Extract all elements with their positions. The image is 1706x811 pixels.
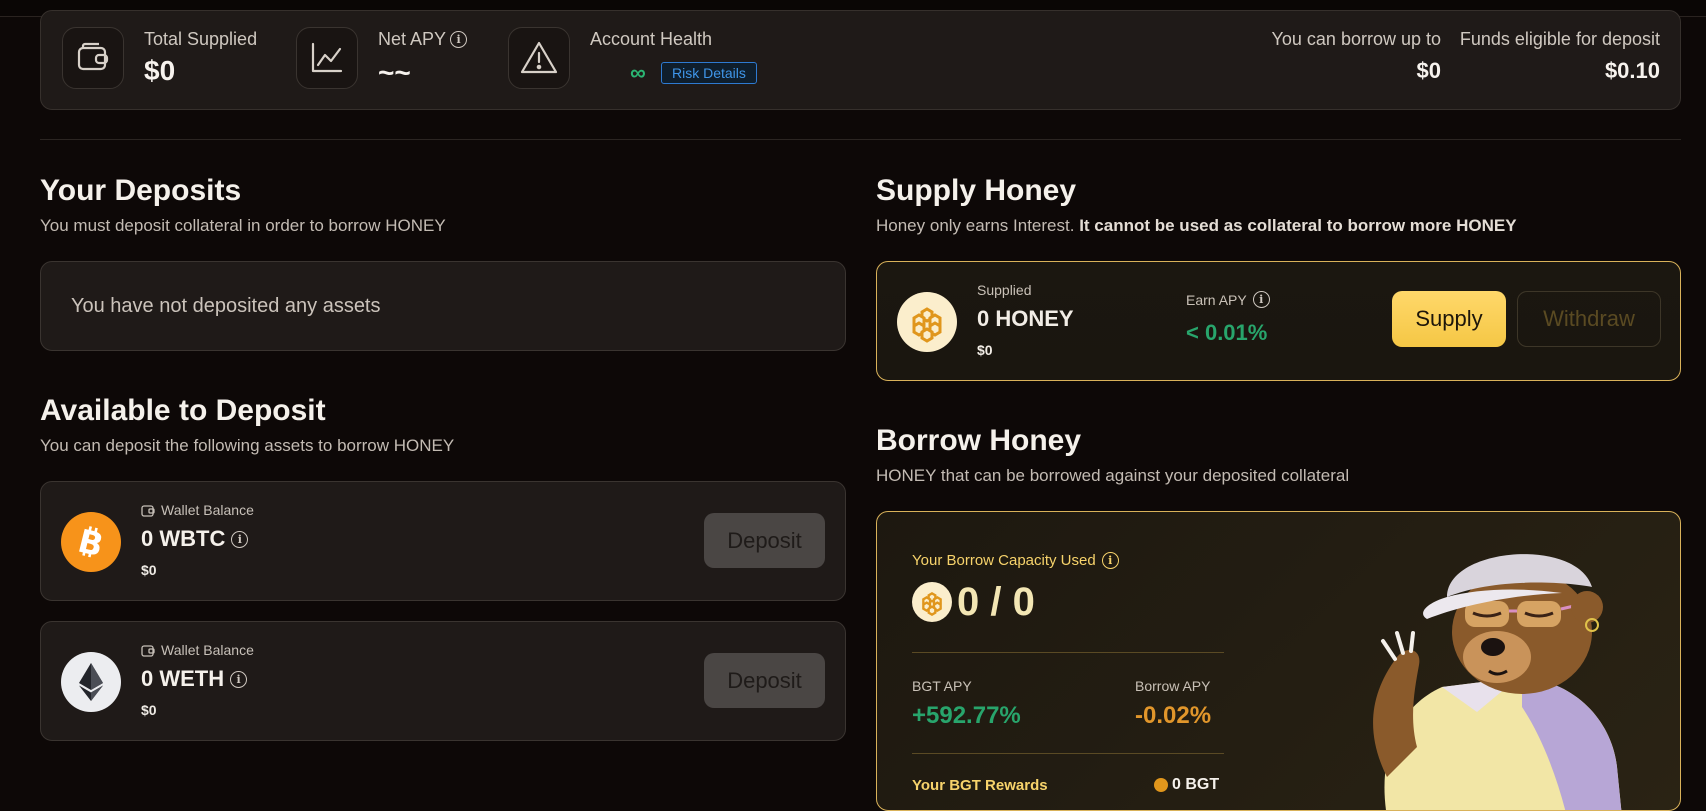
deposit-weth-button[interactable]: Deposit [704,653,825,708]
bgt-rewards-label: Your BGT Rewards [912,777,1048,794]
earn-apy-label-text: Earn APY [1186,291,1247,308]
account-health-label: Account Health [590,29,713,49]
wallet-balance-text: Wallet Balance [161,642,254,658]
available-to-deposit-subtitle: You can deposit the following assets to … [40,436,455,455]
bgt-rewards-value: 0 BGT [1154,776,1219,794]
total-supplied-label: Total Supplied [144,29,258,49]
borrow-up-to-value: $0 [1416,58,1441,83]
asset-row-wbtc: B Wallet Balance 0 WBTC i $0 Deposit [40,481,846,601]
info-icon[interactable]: i [450,31,468,48]
deposits-empty-text: You have not deposited any assets [71,295,381,317]
bgt-apy-label: BGT APY [912,678,972,694]
borrow-capacity-label-text: Your Borrow Capacity Used [912,552,1096,569]
honey-token-icon [897,292,957,352]
account-health-value: ∞ [630,60,646,85]
wbtc-usd: $0 [141,562,157,578]
net-apy-value: ~~ [378,57,411,88]
bitcoin-icon: B [61,512,121,572]
chart-line-icon [296,27,358,89]
divider [912,652,1224,653]
honey-token-icon [912,582,952,622]
net-apy-label: Net APY i [378,29,468,50]
deposit-wbtc-button[interactable]: Deposit [704,513,825,568]
borrow-honey-subtitle: HONEY that can be borrowed against your … [876,466,1350,485]
earn-apy-value: < 0.01% [1186,320,1268,345]
funds-eligible-label: Funds eligible for deposit [1459,29,1660,49]
warning-triangle-icon [508,27,570,89]
info-icon[interactable]: i [1252,291,1270,308]
wallet-small-icon [141,644,155,657]
wbtc-amount: 0 WBTC i [141,526,249,552]
borrow-up-to-label: You can borrow up to [1271,29,1441,49]
asset-row-weth: Wallet Balance 0 WETH i $0 Deposit [40,621,846,741]
borrow-apy-value: -0.02% [1135,702,1212,729]
wallet-balance-text: Wallet Balance [161,502,254,518]
borrow-honey-title: Borrow Honey [876,424,1082,457]
supplied-usd: $0 [977,342,993,358]
bear-mascot-illustration [1373,554,1622,810]
borrow-capacity-value: 0 / 0 [957,580,1035,624]
account-stats-bar: Total Supplied $0 Net APY i ~~ Account H… [40,10,1681,110]
your-deposits-subtitle: You must deposit collateral in order to … [40,216,446,235]
supply-honey-card: Supplied 0 HONEY $0 Earn APY i < 0.01% S… [876,261,1681,381]
weth-usd: $0 [141,702,157,718]
wallet-balance-label: Wallet Balance [141,642,254,658]
risk-details-button[interactable]: Risk Details [661,62,757,84]
withdraw-button[interactable]: Withdraw [1517,291,1661,347]
info-icon[interactable]: i [1101,552,1119,569]
deposits-empty-card: You have not deposited any assets [40,261,846,351]
borrow-honey-card: Your Borrow Capacity Used i 0 / 0 BGT AP… [876,511,1681,811]
wallet-balance-label: Wallet Balance [141,502,254,518]
funds-eligible-value: $0.10 [1604,58,1660,83]
your-deposits-title: Your Deposits [40,174,242,207]
bgt-apy-value: +592.77% [912,702,1021,729]
wallet-icon [62,27,124,89]
ethereum-icon [61,652,121,712]
supply-subtitle-plain: Honey only earns Interest. [876,216,1075,235]
divider [912,753,1224,754]
weth-amount-text: 0 WETH [141,666,225,691]
supplied-label: Supplied [977,282,1032,298]
info-icon[interactable]: i [230,670,248,688]
wbtc-amount-text: 0 WBTC [141,526,226,551]
available-to-deposit-title: Available to Deposit [40,394,326,427]
supply-honey-subtitle: Honey only earns Interest. It cannot be … [876,216,1517,236]
borrow-capacity-label: Your Borrow Capacity Used i [912,552,1119,569]
supply-button[interactable]: Supply [1392,291,1506,347]
supply-subtitle-bold: It cannot be used as collateral to borro… [1079,216,1517,235]
supplied-amount: 0 HONEY [977,306,1074,331]
weth-amount: 0 WETH i [141,666,248,692]
supply-honey-title: Supply Honey [876,174,1077,207]
earn-apy-label: Earn APY i [1186,291,1270,308]
wallet-small-icon [141,504,155,517]
section-divider [40,139,1681,140]
total-supplied-value: $0 [144,55,176,86]
bgt-rewards-value-text: 0 BGT [1172,776,1220,793]
info-icon[interactable]: i [231,530,249,548]
net-apy-label-text: Net APY [378,29,447,49]
borrow-apy-label: Borrow APY [1135,678,1211,694]
